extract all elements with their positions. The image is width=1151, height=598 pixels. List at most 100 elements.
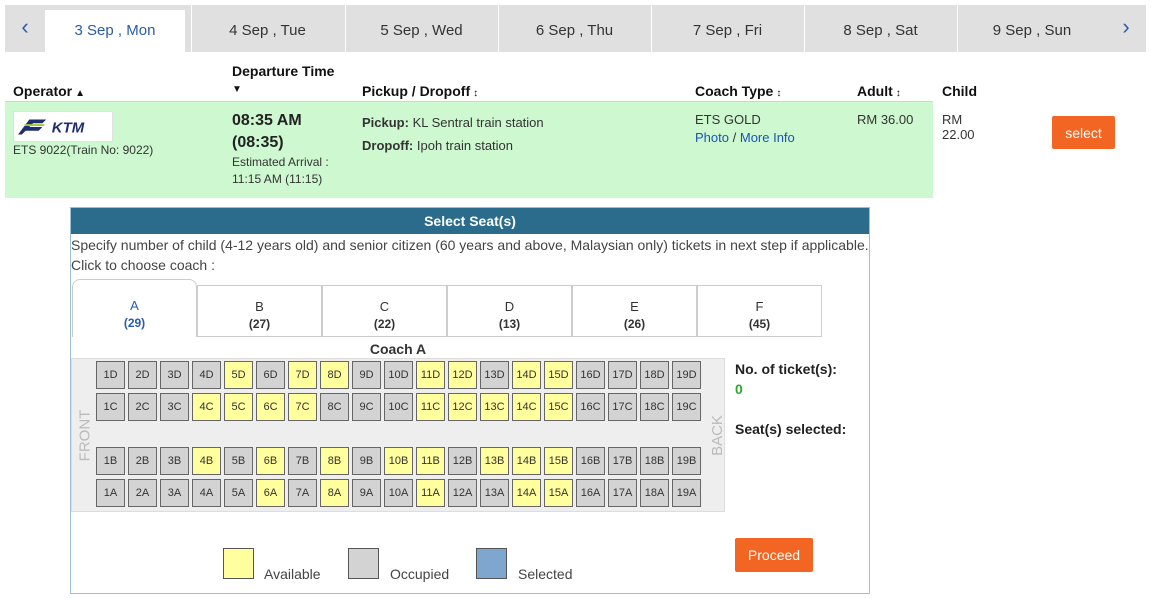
seat-8d[interactable]: 8D	[320, 361, 349, 389]
coach-tab-e[interactable]: E (26)	[572, 285, 697, 337]
seat-14d[interactable]: 14D	[512, 361, 541, 389]
seat-11d[interactable]: 11D	[416, 361, 445, 389]
logo-text: KTM	[52, 120, 85, 137]
seat-7d[interactable]: 7D	[288, 361, 317, 389]
seat-4c[interactable]: 4C	[192, 393, 221, 421]
header-coach-type[interactable]: Coach Type ↕	[695, 83, 781, 99]
dropoff-label: Dropoff:	[362, 138, 414, 153]
legend-occupied-swatch	[348, 548, 379, 579]
date-tab[interactable]: 8 Sep , Sat	[804, 5, 956, 52]
seat-5d[interactable]: 5D	[224, 361, 253, 389]
arrival-label: Estimated Arrival :	[232, 155, 329, 169]
operator-name: ETS 9022(Train No: 9022)	[13, 143, 154, 157]
coach-tabs: A (29) B (27) C (22) D (13) E (26) F (45)	[72, 279, 822, 339]
more-info-link[interactable]: More Info	[740, 130, 795, 145]
seat-14a[interactable]: 14A	[512, 479, 541, 507]
seat-8a[interactable]: 8A	[320, 479, 349, 507]
date-tab[interactable]: 7 Sep , Fri	[651, 5, 803, 52]
seat-6b[interactable]: 6B	[256, 447, 285, 475]
coach-tab-d[interactable]: D (13)	[447, 285, 572, 337]
seat-13d: 13D	[480, 361, 509, 389]
seat-4b[interactable]: 4B	[192, 447, 221, 475]
select-button[interactable]: select	[1052, 116, 1115, 149]
ktm-logo: KTM	[13, 111, 113, 142]
seat-13a: 13A	[480, 479, 509, 507]
sort-icon: ↕	[895, 88, 901, 99]
seat-12a: 12A	[448, 479, 477, 507]
seat-6a[interactable]: 6A	[256, 479, 285, 507]
seat-7c[interactable]: 7C	[288, 393, 317, 421]
seat-12d[interactable]: 12D	[448, 361, 477, 389]
seat-14c[interactable]: 14C	[512, 393, 541, 421]
child-price: RM 22.00	[942, 112, 975, 142]
trip-row: KTM ETS 9022(Train No: 9022) 08:35 AM (0…	[5, 101, 1115, 198]
coach-tab-label: C	[379, 299, 390, 314]
seat-13c[interactable]: 13C	[480, 393, 509, 421]
photo-link[interactable]: Photo	[695, 130, 729, 145]
seat-5b: 5B	[224, 447, 253, 475]
pickup-station: KL Sentral train station	[412, 115, 544, 130]
date-tab[interactable]: 9 Sep , Sun	[957, 5, 1106, 52]
seat-6c[interactable]: 6C	[256, 393, 285, 421]
coach-tab-a[interactable]: A (29)	[72, 279, 197, 337]
seat-9d: 9D	[352, 361, 381, 389]
chevron-left-icon[interactable]: ‹	[5, 5, 45, 52]
seat-2a: 2A	[128, 479, 157, 507]
header-operator[interactable]: Operator ▲︎	[13, 83, 85, 99]
header-departure[interactable]: Departure Time ▼	[232, 63, 334, 95]
seat-2b: 2B	[128, 447, 157, 475]
date-tab[interactable]: 6 Sep , Thu	[498, 5, 650, 52]
coach-tab-b[interactable]: B (27)	[197, 285, 322, 337]
seat-12c[interactable]: 12C	[448, 393, 477, 421]
coach-tab-c[interactable]: C (22)	[322, 285, 447, 337]
seat-13b[interactable]: 13B	[480, 447, 509, 475]
seat-18b: 18B	[640, 447, 669, 475]
seat-11b[interactable]: 11B	[416, 447, 445, 475]
adult-price: RM 36.00	[857, 112, 914, 127]
arrival-time: 11:15 AM (11:15)	[232, 172, 323, 186]
coach-tab-count: (26)	[623, 317, 646, 331]
seat-1a: 1A	[96, 479, 125, 507]
ticket-note: Specify number of child (4-12 years old)…	[71, 237, 869, 253]
seat-15d[interactable]: 15D	[544, 361, 573, 389]
legend-selected-swatch	[476, 548, 507, 579]
date-tab[interactable]: 5 Sep , Wed	[345, 5, 497, 52]
panel-title: Select Seat(s)	[71, 208, 869, 234]
seat-12b: 12B	[448, 447, 477, 475]
seat-18a: 18A	[640, 479, 669, 507]
seat-18d: 18D	[640, 361, 669, 389]
seat-1c: 1C	[96, 393, 125, 421]
seat-11a[interactable]: 11A	[416, 479, 445, 507]
coach-type: ETS GOLD	[695, 112, 761, 127]
coach-tab-count: (27)	[248, 317, 271, 331]
seat-5c[interactable]: 5C	[224, 393, 253, 421]
link-separator: /	[732, 130, 737, 145]
legend-occupied-label: Occupied	[390, 566, 450, 582]
seat-15c[interactable]: 15C	[544, 393, 573, 421]
coach-tab-count: (29)	[123, 316, 146, 330]
seat-2c: 2C	[128, 393, 157, 421]
seat-15b[interactable]: 15B	[544, 447, 573, 475]
legend-available-swatch	[223, 548, 254, 579]
header-pickup-dropoff[interactable]: Pickup / Dropoff ↕	[362, 83, 478, 99]
choose-coach-label: Click to choose coach :	[71, 257, 215, 273]
seat-map: FRONT BACK 1D 2D 3D 4D 5D 6D 7D 8D 9D 10D 11D 12D 13…	[71, 358, 726, 512]
seat-11c[interactable]: 11C	[416, 393, 445, 421]
proceed-button[interactable]: Proceed	[735, 538, 813, 572]
seat-8b[interactable]: 8B	[320, 447, 349, 475]
chevron-right-icon[interactable]: ›	[1106, 5, 1146, 52]
date-tab[interactable]: 4 Sep , Tue	[191, 5, 343, 52]
coach-tab-count: (13)	[498, 317, 521, 331]
pickup-label: Pickup:	[362, 115, 409, 130]
coach-title: Coach A	[369, 341, 427, 357]
coach-tab-f[interactable]: F (45)	[697, 285, 822, 337]
seat-10b[interactable]: 10B	[384, 447, 413, 475]
seat-14b[interactable]: 14B	[512, 447, 541, 475]
header-adult[interactable]: Adult ↕	[857, 83, 901, 99]
seat-19d: 19D	[672, 361, 701, 389]
date-tab[interactable]: 3 Sep , Mon	[45, 10, 185, 52]
seat-15a[interactable]: 15A	[544, 479, 573, 507]
seat-3a: 3A	[160, 479, 189, 507]
coach-tab-label: D	[504, 299, 515, 314]
coach-tab-label: F	[755, 299, 764, 314]
